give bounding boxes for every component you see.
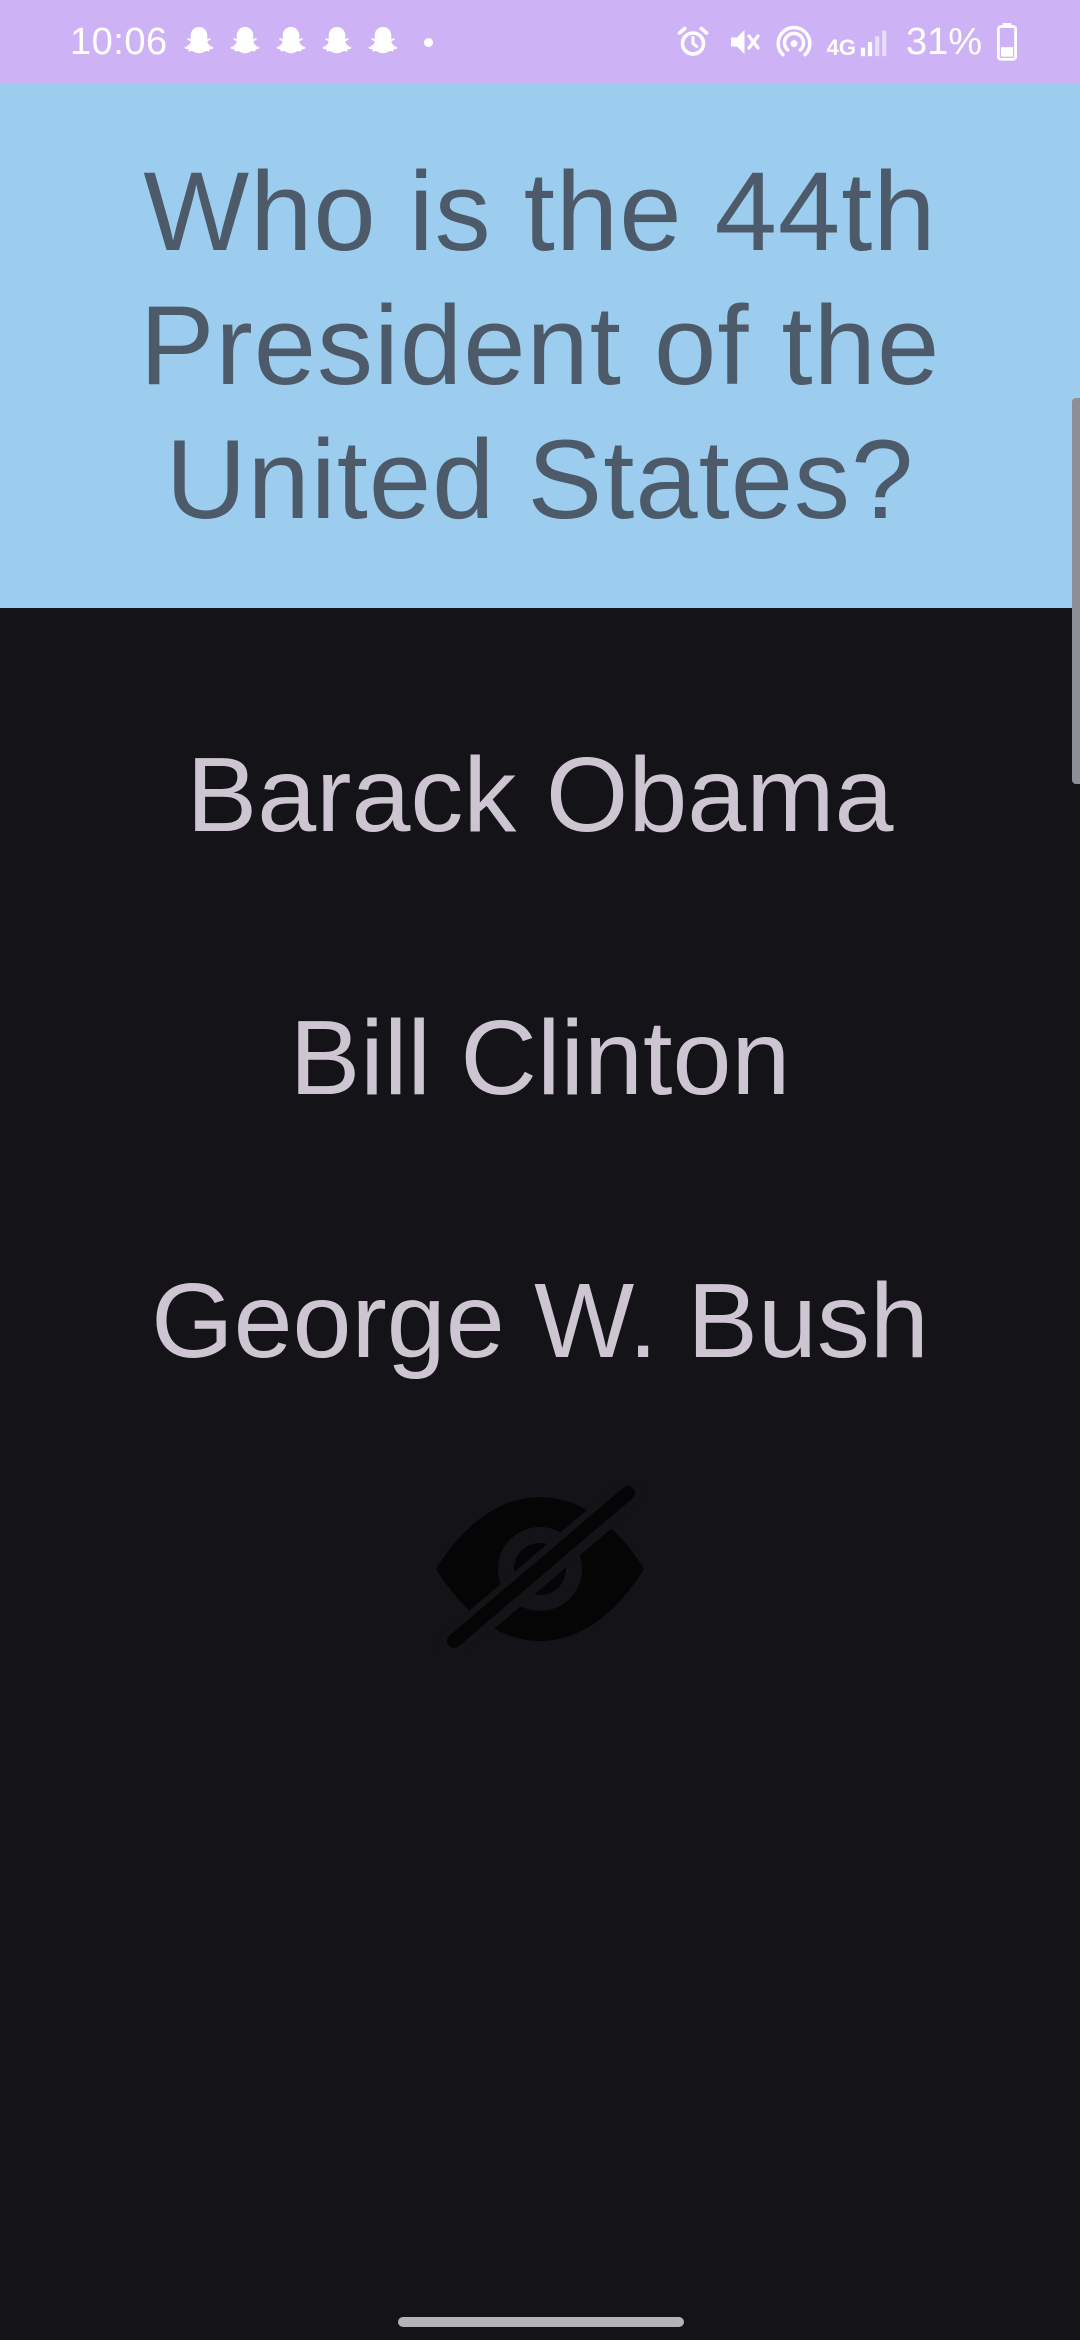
snapchat-icon — [226, 23, 264, 61]
quiz-screen: 10:06 4G 31% Who is the 44th President o… — [0, 0, 1080, 2340]
signal-bars-icon — [860, 30, 887, 57]
mobile-network-icon: 4G — [827, 25, 892, 59]
notification-icons — [180, 22, 433, 62]
visibility-toggle-button[interactable] — [430, 1475, 650, 1662]
question-header: Who is the 44th President of the United … — [0, 84, 1080, 608]
question-text: Who is the 44th President of the United … — [139, 149, 941, 542]
status-right-icons: 4G 31% — [675, 20, 1018, 64]
battery-percent: 31% — [905, 21, 982, 63]
battery-icon — [996, 23, 1018, 61]
hotspot-icon — [775, 23, 813, 61]
vibrate-mute-icon — [725, 24, 761, 60]
more-notifications-dot-icon — [424, 37, 433, 47]
snapchat-icon — [364, 23, 402, 61]
answer-option[interactable]: Barack Obama — [0, 730, 1080, 860]
network-type-label: 4G — [826, 35, 856, 60]
answer-option[interactable]: Bill Clinton — [0, 993, 1080, 1123]
scrollbar-thumb[interactable] — [1072, 398, 1080, 784]
eye-off-icon — [432, 1475, 648, 1662]
status-bar: 10:06 4G 31% — [0, 0, 1080, 84]
status-time: 10:06 — [70, 21, 168, 63]
snapchat-icon — [272, 23, 310, 61]
alarm-icon — [675, 24, 711, 60]
snapchat-icon — [318, 23, 356, 61]
answer-option[interactable]: George W. Bush — [0, 1256, 1080, 1386]
snapchat-icon — [180, 23, 218, 61]
gesture-nav-handle[interactable] — [398, 2317, 684, 2327]
